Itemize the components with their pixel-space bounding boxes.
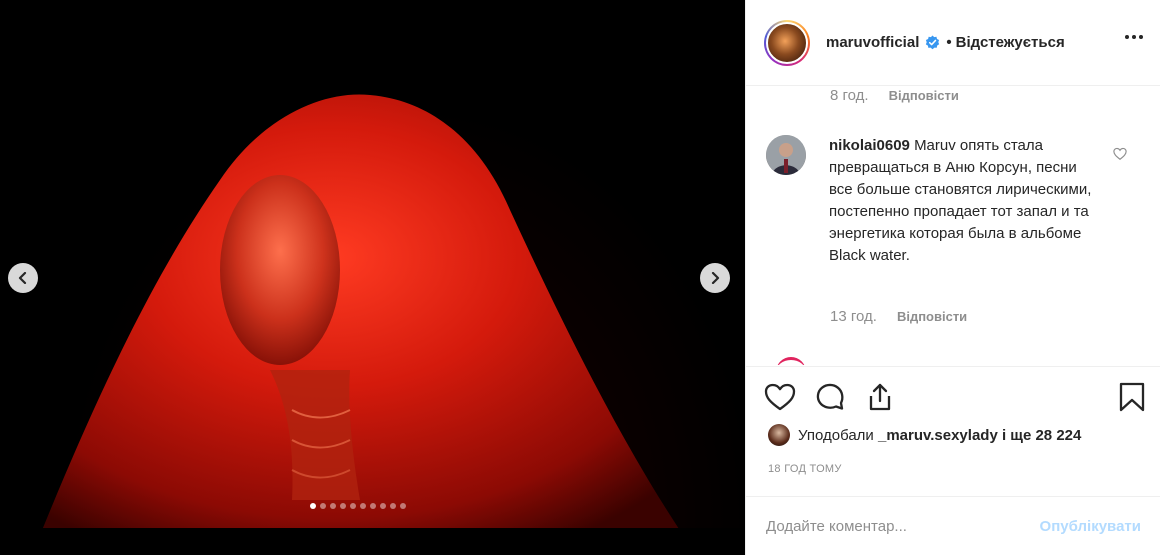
veiled-portrait-image xyxy=(42,94,679,528)
username-link[interactable]: maruvofficial xyxy=(826,34,919,51)
commenter-avatar-image xyxy=(766,135,806,175)
slide-indicator xyxy=(310,503,406,509)
slide-dot xyxy=(370,503,376,509)
reply-button[interactable]: Відповісти xyxy=(889,88,959,103)
post-photo[interactable] xyxy=(0,30,745,528)
avatar[interactable] xyxy=(776,357,806,365)
verified-badge-icon xyxy=(926,35,940,50)
slide-dot xyxy=(320,503,326,509)
slide-dot xyxy=(360,503,366,509)
comment-composer: Опублікувати xyxy=(746,496,1160,555)
heart-icon[interactable] xyxy=(1113,147,1127,161)
action-bar xyxy=(746,366,1160,426)
post-media xyxy=(0,0,745,555)
next-slide-button[interactable] xyxy=(700,263,730,293)
chevron-right-icon xyxy=(711,272,720,284)
likes-summary: Уподобали _maruv.sexylady і ще 28 224 xyxy=(768,424,1081,446)
slide-dot xyxy=(400,503,406,509)
comments-list: 8 год. Відповісти nikolai0609 Maruv опят… xyxy=(746,87,1160,365)
slide-dot xyxy=(340,503,346,509)
comment-text: Maruv опять стала превращаться в Аню Кор… xyxy=(829,137,1092,264)
post-header: maruvofficial • Відстежується xyxy=(746,0,1160,86)
avatar[interactable] xyxy=(768,424,790,446)
avatar-image xyxy=(766,21,808,64)
following-button[interactable]: Відстежується xyxy=(956,34,1065,51)
comment-icon[interactable] xyxy=(814,381,846,413)
comment-time: 8 год. xyxy=(830,87,869,104)
heart-icon[interactable] xyxy=(764,381,796,413)
comment-input[interactable] xyxy=(766,517,1006,535)
publish-button[interactable]: Опублікувати xyxy=(1040,518,1141,535)
post-timestamp[interactable]: 18 ГОД ТОМУ xyxy=(768,463,842,475)
slide-dot xyxy=(390,503,396,509)
slide-dot xyxy=(380,503,386,509)
list-item: nikolai0609 Maruv опять стала превращать… xyxy=(766,135,1141,267)
likes-user-link[interactable]: _maruv.sexylady xyxy=(878,427,998,444)
comment-meta: 8 год. Відповісти xyxy=(830,87,959,104)
slide-dot xyxy=(350,503,356,509)
reply-button[interactable]: Відповісти xyxy=(897,309,967,324)
avatar[interactable] xyxy=(766,135,806,175)
comment-meta: 13 год. Відповісти xyxy=(830,308,967,325)
slide-dot xyxy=(330,503,336,509)
bookmark-icon[interactable] xyxy=(1116,381,1148,413)
header-separator: • xyxy=(946,34,952,51)
comment-text-block: nikolai0609 Maruv опять стала превращать… xyxy=(829,135,1099,267)
chevron-left-icon xyxy=(18,272,27,284)
likes-count-link[interactable]: і ще 28 224 xyxy=(1002,427,1081,444)
avatar[interactable] xyxy=(764,19,810,66)
more-options-icon[interactable] xyxy=(1125,35,1143,39)
post-sidebar: maruvofficial • Відстежується 8 год. Від… xyxy=(745,0,1160,555)
comment-time: 13 год. xyxy=(830,308,877,325)
slide-dot xyxy=(310,503,316,509)
previous-slide-button[interactable] xyxy=(8,263,38,293)
likes-prefix: Уподобали xyxy=(798,426,874,444)
comment-username[interactable]: nikolai0609 xyxy=(829,137,910,154)
share-icon[interactable] xyxy=(864,381,896,413)
